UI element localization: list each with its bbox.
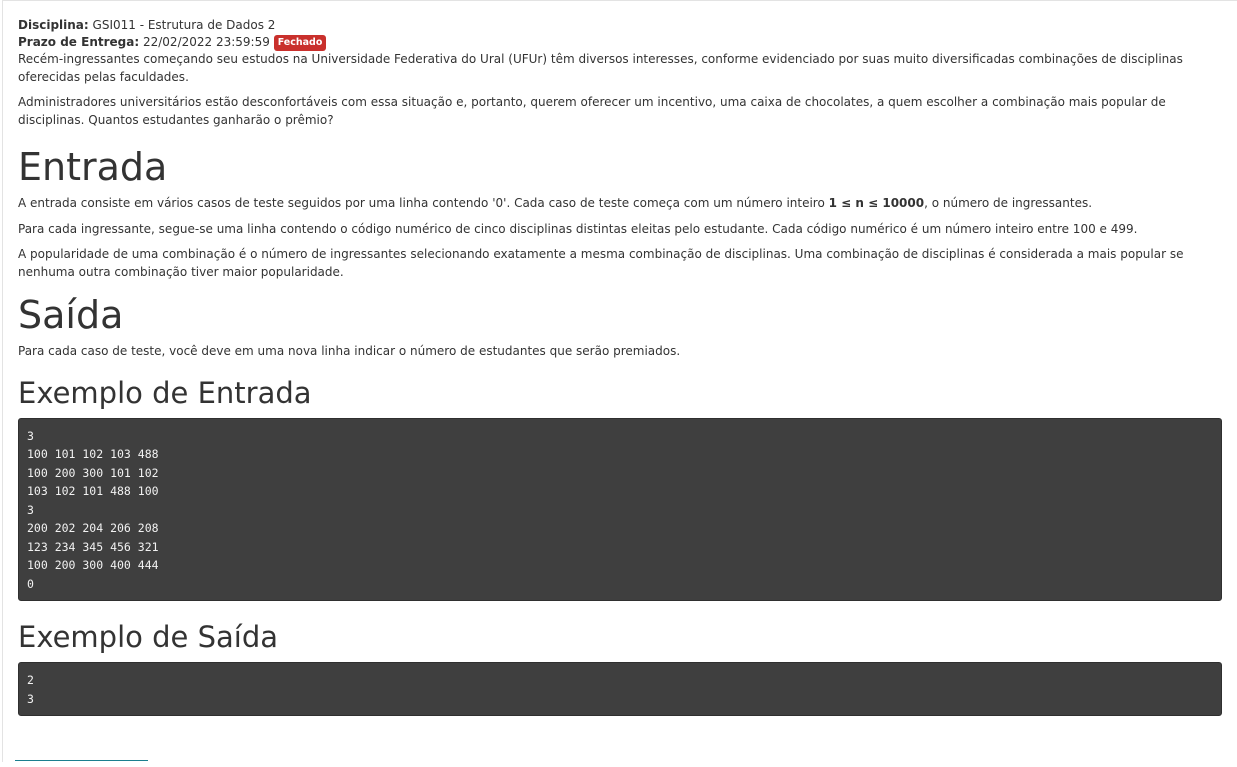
- entrada-paragraph-2: Para cada ingressante, segue-se uma linh…: [18, 221, 1138, 236]
- discipline-line: Disciplina: GSI011 - Estrutura de Dados …: [18, 17, 1222, 34]
- intro-paragraph-1: Recém-ingressantes começando seu estudos…: [18, 52, 1183, 84]
- discipline-value: GSI011 - Estrutura de Dados 2: [92, 18, 276, 32]
- entrada-heading: Entrada: [18, 145, 168, 189]
- deadline-line: Prazo de Entrega: 22/02/2022 23:59:59 Fe…: [18, 34, 1222, 51]
- entrada-p1-before: A entrada consiste em vários casos de te…: [18, 196, 829, 210]
- entrada-paragraph-1: A entrada consiste em vários casos de te…: [18, 195, 1222, 213]
- problem-page: Disciplina: GSI011 - Estrutura de Dados …: [2, 0, 1237, 762]
- entrada-p1-after: , o número de ingressantes.: [924, 196, 1093, 210]
- entrada-paragraph-3: A popularidade de uma combinação é o núm…: [18, 247, 1184, 279]
- saida-heading: Saída: [18, 293, 124, 337]
- deadline-label: Prazo de Entrega:: [18, 35, 140, 49]
- exemplo-entrada-code[interactable]: 3 100 101 102 103 488 100 200 300 101 10…: [18, 417, 1222, 601]
- exemplo-saida-code[interactable]: 2 3: [18, 662, 1222, 716]
- entrada-p1-constraint: 1 ≤ n ≤ 10000: [828, 196, 925, 210]
- exemplo-entrada-heading: Exemplo de Entrada: [18, 375, 312, 410]
- deadline-value: 22/02/2022 23:59:59: [142, 35, 270, 49]
- exemplo-saida-heading: Exemplo de Saída: [18, 620, 278, 654]
- saida-paragraph-1: Para cada caso de teste, você deve em um…: [18, 344, 681, 358]
- status-badge: Fechado: [273, 35, 327, 51]
- intro-paragraph-2: Administradores universitários estão des…: [18, 95, 1166, 127]
- submit-button-edge[interactable]: [15, 760, 148, 767]
- discipline-label: Disciplina:: [18, 18, 89, 32]
